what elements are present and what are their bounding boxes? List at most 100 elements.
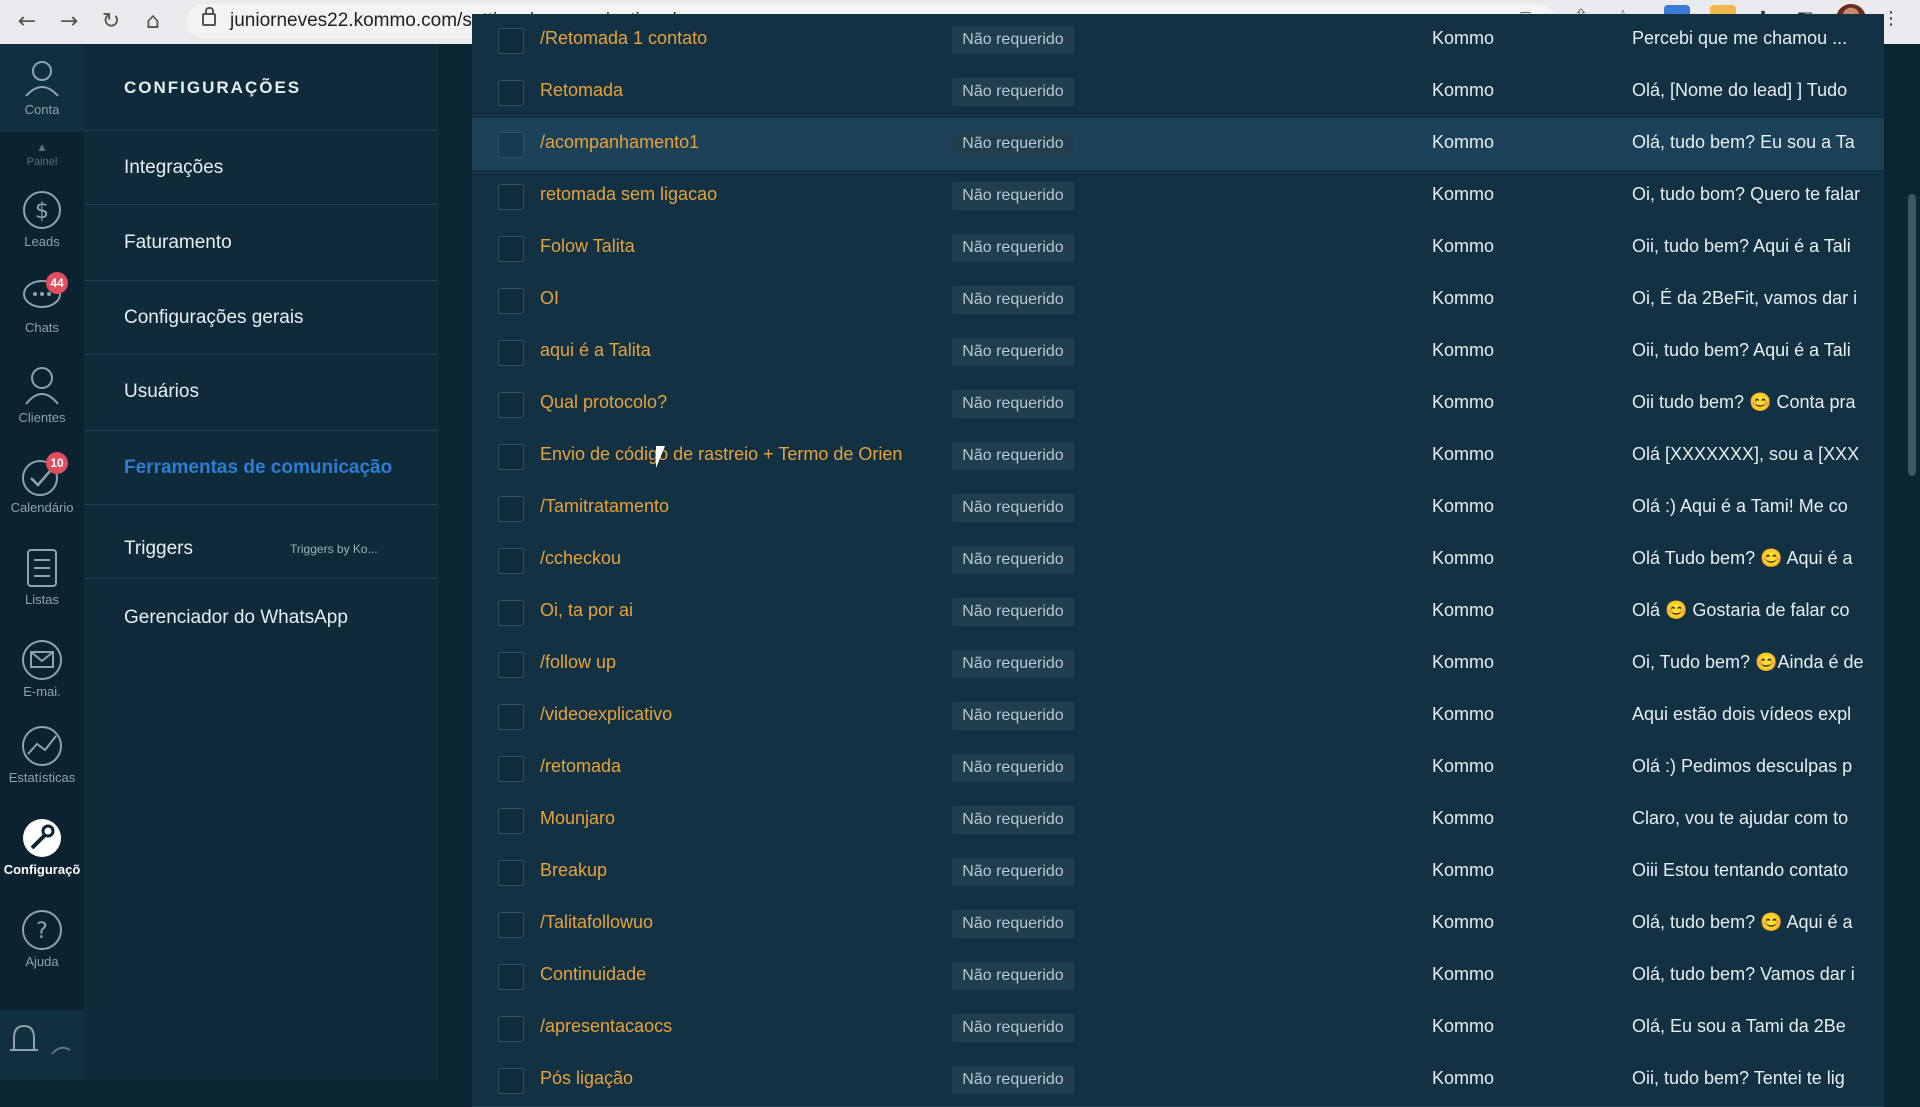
rail-item-email[interactable]: E-mai. bbox=[0, 638, 84, 699]
row-checkbox[interactable] bbox=[498, 1016, 524, 1042]
forward-icon[interactable]: → bbox=[52, 4, 86, 38]
status-badge: Não requerido bbox=[952, 962, 1074, 990]
table-row[interactable]: /retomada Não requerido Kommo Olá :) Pedimo… bbox=[472, 742, 1884, 795]
row-checkbox[interactable] bbox=[498, 392, 524, 418]
row-checkbox[interactable] bbox=[498, 444, 524, 470]
template-name-link[interactable]: /Retomada 1 contato bbox=[540, 28, 930, 49]
table-row[interactable]: Retomada Não requerido Kommo Olá, [Nome do … bbox=[472, 66, 1884, 119]
row-checkbox[interactable] bbox=[498, 28, 524, 54]
template-name-link[interactable]: Retomada bbox=[540, 80, 930, 101]
row-checkbox[interactable] bbox=[498, 964, 524, 990]
row-checkbox[interactable] bbox=[498, 80, 524, 106]
template-name-link[interactable]: Continuidade bbox=[540, 964, 930, 985]
settings-title: CONFIGURAÇÕES bbox=[124, 78, 302, 97]
row-checkbox[interactable] bbox=[498, 912, 524, 938]
table-row[interactable]: /Talitafollowuo Não requerido Kommo Olá, t… bbox=[472, 898, 1884, 951]
status-badge: Não requerido bbox=[952, 1066, 1074, 1094]
source-cell: Kommo bbox=[1432, 340, 1495, 360]
notifications-bell-icon[interactable] bbox=[0, 1018, 84, 1067]
scrollbar[interactable] bbox=[1908, 194, 1916, 476]
template-name-link[interactable]: Envio de código de rastreio + Termo de O… bbox=[540, 444, 930, 465]
back-icon[interactable]: ← bbox=[10, 4, 44, 38]
template-name-link[interactable]: Folow Talita bbox=[540, 236, 930, 257]
rail-item-ajuda[interactable]: ? Ajuda bbox=[0, 908, 84, 969]
row-checkbox[interactable] bbox=[498, 1068, 524, 1094]
menu-item-configuracoes-gerais[interactable]: Configurações gerais bbox=[124, 307, 304, 329]
status-badge: Não requerido bbox=[952, 78, 1074, 106]
template-name-link[interactable]: /videoexplicativo bbox=[540, 704, 930, 725]
template-name-link[interactable]: aqui é a Talita bbox=[540, 340, 930, 361]
menu-item-usuarios[interactable]: Usuários bbox=[124, 381, 199, 403]
status-badge: Não requerido bbox=[952, 130, 1074, 158]
row-checkbox[interactable] bbox=[498, 704, 524, 730]
reload-icon[interactable]: ↻ bbox=[94, 4, 128, 38]
rail-item-chats[interactable]: 44 Chats bbox=[0, 272, 84, 335]
table-row[interactable]: Continuidade Não requerido Kommo Olá, tudo … bbox=[472, 950, 1884, 1003]
row-checkbox[interactable] bbox=[498, 340, 524, 366]
template-name-link[interactable]: /ccheckou bbox=[540, 548, 930, 569]
row-checkbox[interactable] bbox=[498, 652, 524, 678]
table-row[interactable]: aqui é a Talita Não requerido Kommo Oii, tu… bbox=[472, 326, 1884, 379]
rail-item-painel[interactable]: ▲ Painel bbox=[0, 140, 84, 168]
table-row[interactable]: Breakup Não requerido Kommo Oiii Estou tent… bbox=[472, 846, 1884, 899]
template-name-link[interactable]: Pós ligação bbox=[540, 1068, 930, 1089]
status-badge: Não requerido bbox=[952, 286, 1074, 314]
template-name-link[interactable]: /acompanhamento1 bbox=[540, 132, 930, 153]
svg-text:?: ? bbox=[36, 919, 48, 944]
table-row[interactable]: Folow Talita Não requerido Kommo Oii, tudo … bbox=[472, 222, 1884, 275]
table-row[interactable]: /follow up Não requerido Kommo Oi, Tudo bem… bbox=[472, 638, 1884, 691]
template-name-link[interactable]: retomada sem ligacao bbox=[540, 184, 930, 205]
template-name-link[interactable]: /Tamitratamento bbox=[540, 496, 930, 517]
template-name-link[interactable]: Breakup bbox=[540, 860, 930, 881]
table-row[interactable]: Mounjaro Não requerido Kommo Claro, vou te … bbox=[472, 794, 1884, 847]
template-name-link[interactable]: /follow up bbox=[540, 652, 930, 673]
rail-item-configuracoes[interactable]: Configuraçõ bbox=[0, 816, 84, 877]
rail-item-conta[interactable]: Conta bbox=[0, 56, 84, 117]
menu-item-ferramentas-de-comunicacao[interactable]: Ferramentas de comunicação bbox=[124, 457, 392, 479]
row-checkbox[interactable] bbox=[498, 808, 524, 834]
rail-item-listas[interactable]: Listas bbox=[0, 546, 84, 607]
row-checkbox[interactable] bbox=[498, 860, 524, 886]
template-name-link[interactable]: Qual protocolo? bbox=[540, 392, 930, 413]
row-checkbox[interactable] bbox=[498, 600, 524, 626]
row-checkbox[interactable] bbox=[498, 288, 524, 314]
template-name-link[interactable]: /retomada bbox=[540, 756, 930, 777]
table-row[interactable]: /acompanhamento1 Não requerido Kommo Olá, t… bbox=[472, 118, 1884, 171]
message-preview-cell: Oi, É da 2BeFit, vamos dar i bbox=[1632, 288, 1858, 308]
source-cell: Kommo bbox=[1432, 236, 1495, 256]
row-checkbox[interactable] bbox=[498, 496, 524, 522]
template-name-link[interactable]: /Talitafollowuo bbox=[540, 912, 930, 933]
table-row[interactable]: /videoexplicativo Não requerido Kommo Aqui … bbox=[472, 690, 1884, 743]
help-icon: ? bbox=[20, 908, 64, 952]
rail-item-leads[interactable]: $ Leads bbox=[0, 188, 84, 249]
settings-icon bbox=[20, 816, 64, 860]
row-checkbox[interactable] bbox=[498, 132, 524, 158]
table-row[interactable]: Qual protocolo? Não requerido Kommo Oii tud… bbox=[472, 378, 1884, 431]
table-row[interactable]: /Tamitratamento Não requerido Kommo Olá :) … bbox=[472, 482, 1884, 535]
row-checkbox[interactable] bbox=[498, 184, 524, 210]
rail-item-clientes[interactable]: Clientes bbox=[0, 364, 84, 425]
template-name-link[interactable]: Oi, ta por ai bbox=[540, 600, 930, 621]
rail-item-estatisticas[interactable]: Estatísticas bbox=[0, 724, 84, 785]
row-checkbox[interactable] bbox=[498, 548, 524, 574]
menu-item-faturamento[interactable]: Faturamento bbox=[124, 232, 232, 254]
row-checkbox[interactable] bbox=[498, 756, 524, 782]
template-name-link[interactable]: Mounjaro bbox=[540, 808, 930, 829]
message-preview-cell: Oi, Tudo bem? 😊Ainda é de bbox=[1632, 652, 1864, 672]
menu-item-triggers[interactable]: Triggers bbox=[124, 538, 193, 560]
row-checkbox[interactable] bbox=[498, 236, 524, 262]
table-row[interactable]: /apresentacaocs Não requerido Kommo Olá, Eu… bbox=[472, 1002, 1884, 1055]
table-row[interactable]: Oi, ta por ai Não requerido Kommo Olá 😊 Gos… bbox=[472, 586, 1884, 639]
table-row[interactable]: Envio de código de rastreio + Termo de O… bbox=[472, 430, 1884, 483]
home-icon[interactable]: ⌂ bbox=[136, 4, 170, 38]
table-row[interactable]: Pós ligação Não requerido Kommo Oii, tudo b… bbox=[472, 1054, 1884, 1107]
template-name-link[interactable]: OI bbox=[540, 288, 930, 309]
table-row[interactable]: retomada sem ligacao Não requerido Kommo Oi… bbox=[472, 170, 1884, 223]
rail-item-calendario[interactable]: 10 Calendário bbox=[0, 452, 84, 515]
table-row[interactable]: /Retomada 1 contato Não requerido Kommo Per… bbox=[472, 14, 1884, 67]
table-row[interactable]: /ccheckou Não requerido Kommo Olá Tudo bem?… bbox=[472, 534, 1884, 587]
menu-item-integracoes[interactable]: Integrações bbox=[124, 157, 223, 179]
template-name-link[interactable]: /apresentacaocs bbox=[540, 1016, 930, 1037]
table-row[interactable]: OI Não requerido Kommo Oi, É da 2BeFit, vam… bbox=[472, 274, 1884, 327]
menu-item-gerenciador-whatsapp[interactable]: Gerenciador do WhatsApp bbox=[124, 607, 348, 629]
